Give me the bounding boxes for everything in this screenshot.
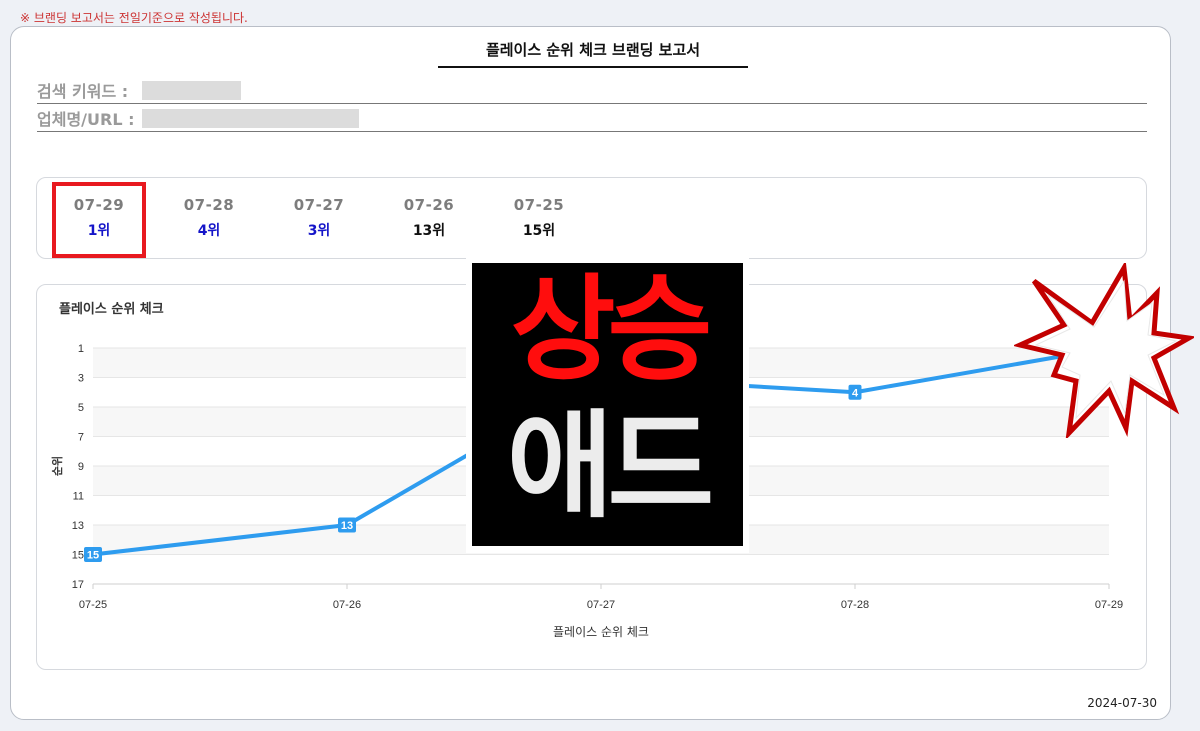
starburst-icon — [1014, 263, 1194, 438]
tab-rank: 13위 — [412, 223, 446, 239]
company-field: 업체명/URL : — [37, 107, 1147, 132]
tab-07-25[interactable]: 07-25 15위 — [494, 196, 584, 240]
report-notice: ※ 브랜딩 보고서는 전일기준으로 작성됩니다. — [20, 11, 248, 25]
x-tick-label: 07-29 — [1095, 599, 1123, 611]
tab-07-29[interactable]: 07-29 1위 — [54, 196, 144, 240]
y-tick-label: 3 — [78, 373, 84, 385]
report-title: 플레이스 순위 체크 브랜딩 보고서 — [438, 39, 748, 68]
tab-rank: 4위 — [197, 223, 221, 239]
tab-07-26[interactable]: 07-26 13위 — [384, 196, 474, 240]
overlay-logo-wrap: 상승 애드 — [466, 258, 749, 553]
company-label: 업체명/URL : — [37, 110, 135, 129]
y-axis-title: 순위 — [51, 456, 64, 476]
tab-date: 07-29 — [73, 196, 125, 214]
overlay-logo-line2: 애드 — [506, 399, 714, 534]
y-tick-label: 15 — [72, 550, 84, 562]
date-rank-tabs: 07-29 1위 07-28 4위 07-27 3위 07-26 13위 07-… — [36, 177, 1147, 259]
tab-date: 07-26 — [403, 196, 455, 214]
x-axis-title: 플레이스 순위 체크 — [553, 625, 649, 639]
tab-07-28[interactable]: 07-28 4위 — [164, 196, 254, 240]
tab-rank: 15위 — [522, 223, 556, 239]
x-tick-label: 07-28 — [841, 599, 869, 611]
tab-date: 07-25 — [513, 196, 565, 214]
keyword-field: 검색 키워드 : — [37, 79, 1147, 104]
y-tick-label: 7 — [78, 432, 84, 444]
x-tick-label: 07-27 — [587, 599, 615, 611]
x-tick-label: 07-25 — [79, 599, 107, 611]
y-tick-label: 17 — [72, 579, 84, 591]
company-redacted — [142, 109, 359, 128]
data-label: 4 — [852, 387, 859, 399]
data-label: 13 — [341, 520, 353, 532]
y-tick-label: 11 — [73, 491, 84, 503]
keyword-redacted — [142, 81, 241, 100]
tab-rank: 1위 — [87, 223, 111, 239]
overlay-logo-line1: 상승 — [510, 263, 713, 396]
data-label: 15 — [87, 550, 99, 562]
overlay-logo: 상승 애드 — [472, 263, 743, 546]
y-tick-label: 1 — [78, 343, 84, 355]
tab-rank: 3위 — [307, 223, 331, 239]
y-tick-label: 5 — [78, 402, 84, 414]
report-date: 2024-07-30 — [1087, 696, 1157, 710]
tab-date: 07-28 — [183, 196, 235, 214]
tab-date: 07-27 — [293, 196, 345, 214]
x-tick-label: 07-26 — [333, 599, 361, 611]
tab-07-27[interactable]: 07-27 3위 — [274, 196, 364, 240]
y-tick-label: 9 — [78, 461, 84, 473]
keyword-label: 검색 키워드 : — [37, 82, 129, 101]
y-tick-label: 13 — [72, 520, 84, 532]
